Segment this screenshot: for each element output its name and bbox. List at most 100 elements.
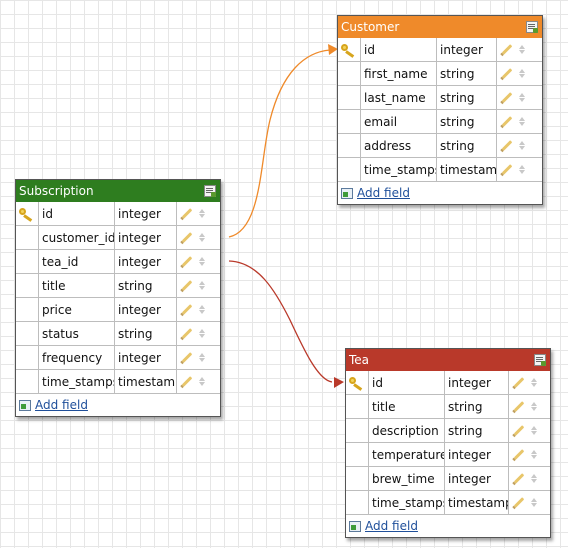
field-type[interactable]: timestamp bbox=[444, 491, 508, 514]
field-type[interactable]: integer bbox=[436, 38, 496, 61]
reorder-arrows-icon[interactable] bbox=[199, 233, 205, 242]
pencil-icon[interactable] bbox=[181, 280, 193, 291]
pencil-icon[interactable] bbox=[501, 44, 513, 55]
field-name[interactable]: price bbox=[38, 298, 114, 321]
pencil-icon[interactable] bbox=[181, 328, 193, 339]
field-row[interactable]: title string bbox=[346, 394, 550, 418]
field-type[interactable]: string bbox=[436, 134, 496, 157]
reorder-arrows-icon[interactable] bbox=[199, 257, 205, 266]
field-type[interactable]: string bbox=[436, 110, 496, 133]
pencil-icon[interactable] bbox=[513, 449, 525, 460]
pencil-icon[interactable] bbox=[513, 425, 525, 436]
field-name[interactable]: title bbox=[38, 274, 114, 297]
field-type[interactable]: string bbox=[436, 86, 496, 109]
field-name[interactable]: customer_id bbox=[38, 226, 114, 249]
add-field-link[interactable]: Add field bbox=[357, 186, 410, 200]
field-name[interactable]: brew_time bbox=[368, 467, 444, 490]
reorder-arrows-icon[interactable] bbox=[519, 141, 525, 150]
pencil-icon[interactable] bbox=[513, 497, 525, 508]
field-type[interactable]: string bbox=[444, 419, 508, 442]
pencil-icon[interactable] bbox=[501, 164, 513, 175]
field-row[interactable]: time_stampstimestamp bbox=[16, 369, 220, 393]
reorder-arrows-icon[interactable] bbox=[519, 117, 525, 126]
table-tea[interactable]: Tea id integer title string description strin… bbox=[345, 348, 551, 538]
field-row[interactable]: first_name string bbox=[338, 61, 542, 85]
field-row[interactable]: id integer bbox=[346, 371, 550, 394]
pencil-icon[interactable] bbox=[181, 304, 193, 315]
table-header[interactable]: Subscription bbox=[16, 180, 220, 202]
reorder-arrows-icon[interactable] bbox=[519, 165, 525, 174]
table-customer[interactable]: Customer id integer first_name string last_n… bbox=[337, 15, 543, 205]
field-row[interactable]: id integer bbox=[338, 38, 542, 61]
field-type[interactable]: string bbox=[436, 62, 496, 85]
field-row[interactable]: customer_id integer bbox=[16, 225, 220, 249]
field-row[interactable]: brew_time integer bbox=[346, 466, 550, 490]
field-name[interactable]: frequency bbox=[38, 346, 114, 369]
pencil-icon[interactable] bbox=[513, 377, 525, 388]
field-name[interactable]: id bbox=[368, 371, 444, 394]
table-header[interactable]: Customer bbox=[338, 16, 542, 38]
edit-table-icon[interactable] bbox=[534, 354, 546, 366]
field-name[interactable]: email bbox=[360, 110, 436, 133]
pencil-icon[interactable] bbox=[181, 376, 193, 387]
reorder-arrows-icon[interactable] bbox=[531, 474, 537, 483]
reorder-arrows-icon[interactable] bbox=[519, 45, 525, 54]
reorder-arrows-icon[interactable] bbox=[199, 209, 205, 218]
field-name[interactable]: title bbox=[368, 395, 444, 418]
add-field-icon[interactable] bbox=[349, 520, 361, 532]
reorder-arrows-icon[interactable] bbox=[199, 329, 205, 338]
field-type[interactable]: string bbox=[114, 274, 176, 297]
edit-table-icon[interactable] bbox=[526, 21, 538, 33]
field-row[interactable]: id integer bbox=[16, 202, 220, 225]
reorder-arrows-icon[interactable] bbox=[199, 305, 205, 314]
field-row[interactable]: status string bbox=[16, 321, 220, 345]
field-type[interactable]: integer bbox=[444, 443, 508, 466]
pencil-icon[interactable] bbox=[181, 352, 193, 363]
field-row[interactable]: time_stampstimestamp bbox=[346, 490, 550, 514]
field-row[interactable]: frequency integer bbox=[16, 345, 220, 369]
field-name[interactable]: status bbox=[38, 322, 114, 345]
field-row[interactable]: time_stampstimestamp bbox=[338, 157, 542, 181]
field-row[interactable]: price integer bbox=[16, 297, 220, 321]
pencil-icon[interactable] bbox=[513, 401, 525, 412]
add-field-link[interactable]: Add field bbox=[35, 398, 88, 412]
field-row[interactable]: description string bbox=[346, 418, 550, 442]
field-name[interactable]: tea_id bbox=[38, 250, 114, 273]
field-type[interactable]: integer bbox=[114, 250, 176, 273]
field-name[interactable]: time_stamps bbox=[360, 158, 436, 181]
field-row[interactable]: address string bbox=[338, 133, 542, 157]
field-type[interactable]: integer bbox=[114, 346, 176, 369]
field-name[interactable]: address bbox=[360, 134, 436, 157]
field-type[interactable]: integer bbox=[114, 226, 176, 249]
reorder-arrows-icon[interactable] bbox=[199, 281, 205, 290]
field-name[interactable]: last_name bbox=[360, 86, 436, 109]
reorder-arrows-icon[interactable] bbox=[519, 93, 525, 102]
table-subscription[interactable]: Subscription id integer customer_id integer… bbox=[15, 179, 221, 417]
reorder-arrows-icon[interactable] bbox=[519, 69, 525, 78]
edit-table-icon[interactable] bbox=[204, 185, 216, 197]
add-field-icon[interactable] bbox=[341, 187, 353, 199]
field-name[interactable]: id bbox=[38, 202, 114, 225]
field-type[interactable]: integer bbox=[114, 202, 176, 225]
reorder-arrows-icon[interactable] bbox=[531, 426, 537, 435]
field-type[interactable]: timestamp bbox=[436, 158, 496, 181]
field-name[interactable]: description bbox=[368, 419, 444, 442]
field-type[interactable]: integer bbox=[444, 371, 508, 394]
pencil-icon[interactable] bbox=[181, 256, 193, 267]
pencil-icon[interactable] bbox=[501, 92, 513, 103]
pencil-icon[interactable] bbox=[501, 116, 513, 127]
field-type[interactable]: integer bbox=[444, 467, 508, 490]
add-field-icon[interactable] bbox=[19, 399, 31, 411]
reorder-arrows-icon[interactable] bbox=[531, 450, 537, 459]
field-row[interactable]: title string bbox=[16, 273, 220, 297]
table-header[interactable]: Tea bbox=[346, 349, 550, 371]
field-name[interactable]: time_stamps bbox=[38, 370, 114, 393]
field-type[interactable]: integer bbox=[114, 298, 176, 321]
pencil-icon[interactable] bbox=[181, 208, 193, 219]
field-name[interactable]: first_name bbox=[360, 62, 436, 85]
pencil-icon[interactable] bbox=[181, 232, 193, 243]
add-field-link[interactable]: Add field bbox=[365, 519, 418, 533]
pencil-icon[interactable] bbox=[501, 140, 513, 151]
reorder-arrows-icon[interactable] bbox=[531, 402, 537, 411]
field-row[interactable]: email string bbox=[338, 109, 542, 133]
